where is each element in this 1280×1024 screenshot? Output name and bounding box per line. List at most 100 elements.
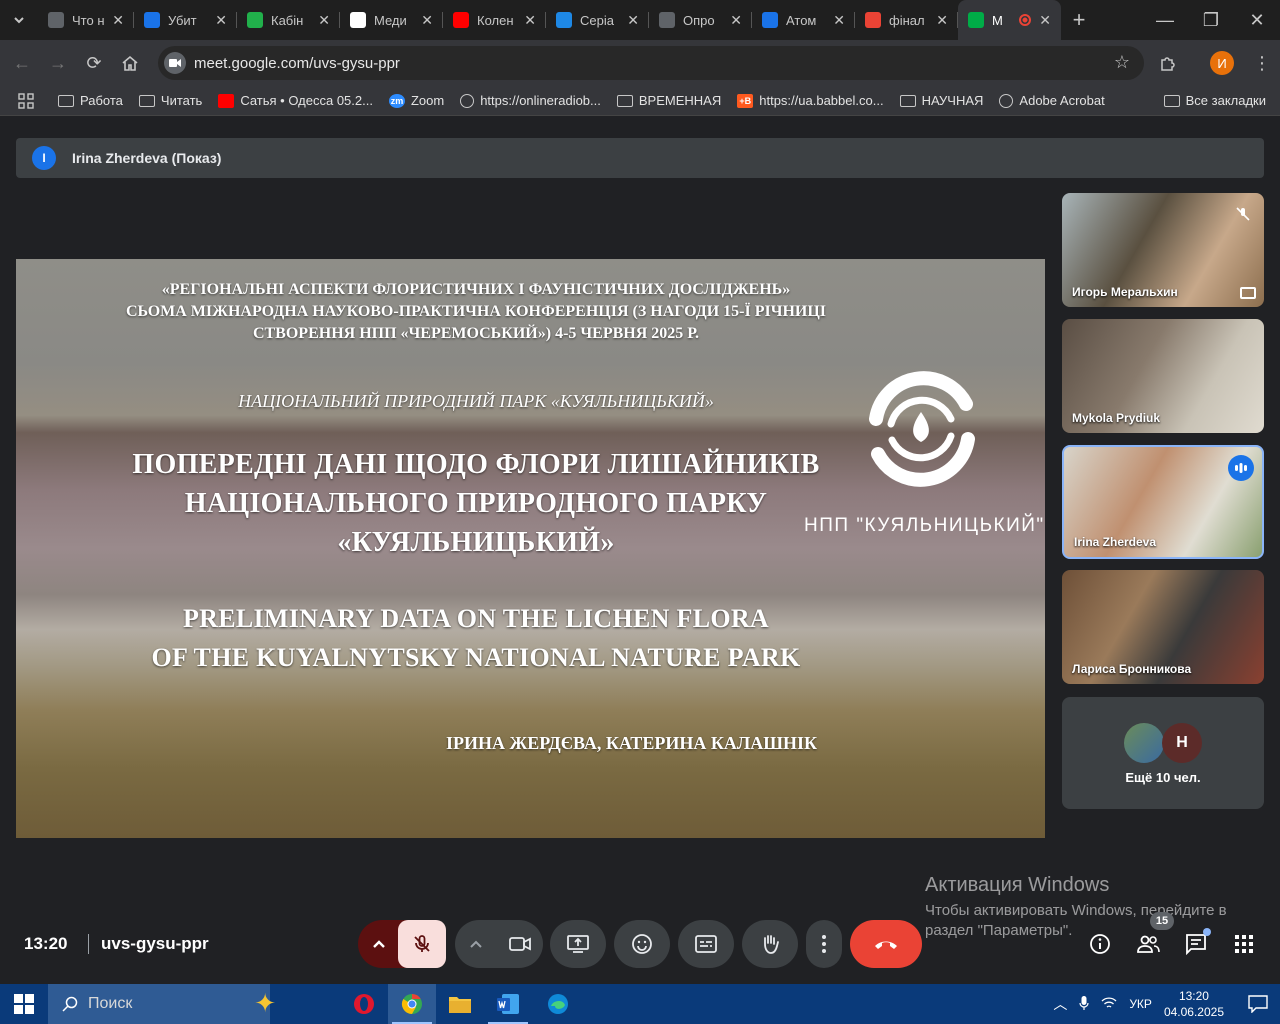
presentation-slide[interactable]: «РЕГІОНАЛЬНІ АСПЕКТИ ФЛОРИСТИЧНИХ І ФАУН…	[16, 259, 1045, 838]
mic-toggle-button[interactable]	[398, 920, 446, 968]
more-participants-label: Ещё 10 чел.	[1125, 770, 1201, 785]
system-tray: ︿ УКР 13:20 04.06.2025	[1053, 984, 1280, 1024]
chevron-up-icon	[470, 940, 482, 948]
bookmark-item[interactable]: НАУЧНАЯ	[899, 93, 983, 108]
mic-off-icon	[1230, 201, 1256, 227]
tab-close-icon[interactable]: ✕	[627, 12, 639, 29]
recording-icon	[1019, 14, 1032, 26]
tab-title: Убит	[168, 12, 197, 28]
browser-tab[interactable]: фінал ✕	[855, 0, 958, 40]
tab-close-icon[interactable]: ✕	[936, 12, 948, 29]
taskbar-chrome[interactable]	[388, 984, 436, 1024]
close-window-button[interactable]: ✕	[1234, 2, 1280, 38]
tab-close-icon[interactable]: ✕	[215, 12, 227, 29]
camera-toggle-button[interactable]	[497, 920, 543, 968]
tab-close-icon[interactable]: ✕	[421, 12, 433, 29]
reload-button[interactable]: ⟳	[76, 45, 112, 81]
browser-tab[interactable]: Колен ✕	[443, 0, 546, 40]
language-indicator[interactable]: УКР	[1129, 997, 1152, 1011]
more-options-button[interactable]	[806, 920, 842, 968]
taskbar-search-box[interactable]: Поиск ✦	[48, 984, 276, 1024]
forward-button[interactable]: →	[40, 45, 76, 81]
new-tab-button[interactable]: +	[1061, 2, 1097, 38]
browser-tab[interactable]: Что н ✕	[38, 0, 134, 40]
bookmark-item[interactable]: Читать	[138, 93, 202, 108]
bookmark-item[interactable]: Работа	[58, 93, 123, 108]
raise-hand-button[interactable]	[742, 920, 798, 968]
participant-tile[interactable]: Игорь Меральхин	[1062, 193, 1264, 307]
browser-tab[interactable]: Меди ✕	[340, 0, 443, 40]
tab-title: М	[992, 12, 1003, 28]
camera-options-button[interactable]	[455, 920, 497, 968]
browser-tab[interactable]: Убит ✕	[134, 0, 237, 40]
taskbar-clock[interactable]: 13:20 04.06.2025	[1164, 988, 1224, 1020]
bookmark-item[interactable]: +B https://ua.babbel.co...	[737, 93, 884, 108]
chat-button[interactable]	[1178, 926, 1214, 962]
notifications-icon[interactable]	[1236, 995, 1280, 1013]
camera-icon	[509, 937, 531, 951]
reactions-button[interactable]	[614, 920, 670, 968]
tab-title: Кабін	[271, 12, 304, 28]
chevron-up-icon[interactable]: ︿	[1053, 994, 1067, 1014]
activities-button[interactable]	[1226, 926, 1262, 962]
browser-tab[interactable]: М ✕	[958, 0, 1061, 40]
browser-menu-button[interactable]: ⋮	[1244, 45, 1280, 81]
tab-close-icon[interactable]: ✕	[112, 12, 124, 29]
taskbar-edge[interactable]	[534, 984, 582, 1024]
participant-name: Irina Zherdeva	[1074, 535, 1157, 549]
tab-close-icon[interactable]: ✕	[833, 12, 845, 29]
tab-close-icon[interactable]: ✕	[1039, 12, 1051, 29]
more-participants-tile[interactable]: Н Ещё 10 чел.	[1062, 697, 1264, 809]
wifi-icon[interactable]	[1101, 996, 1117, 1013]
participant-tile[interactable]: Mykola Prydiuk	[1062, 319, 1264, 433]
end-call-button[interactable]	[850, 920, 922, 968]
pip-icon[interactable]	[1240, 287, 1256, 299]
chrome-icon	[401, 993, 422, 1015]
extensions-button[interactable]	[1150, 45, 1186, 81]
bookmark-star-icon[interactable]: ☆	[1114, 52, 1130, 73]
participant-tile[interactable]: Лариса Бронникова	[1062, 570, 1264, 684]
taskbar-word[interactable]	[484, 984, 532, 1024]
taskbar-explorer[interactable]	[436, 984, 484, 1024]
participant-tile-active[interactable]: Irina Zherdeva	[1062, 445, 1264, 559]
profile-avatar[interactable]: И	[1210, 51, 1234, 75]
home-button[interactable]	[112, 45, 148, 81]
apps-button[interactable]	[18, 92, 34, 109]
bookmark-item[interactable]: zm Zoom	[388, 93, 444, 108]
chevron-up-icon	[373, 940, 385, 948]
tab-title: Опро	[683, 12, 715, 28]
tab-title: Серіа	[580, 12, 614, 28]
address-bar[interactable]: meet.google.com/uvs-gysu-ppr ☆	[158, 46, 1144, 80]
copilot-sparkle-icon[interactable]: ✦	[254, 988, 276, 1019]
bookmark-item[interactable]: https://onlineradiob...	[460, 93, 601, 108]
people-button[interactable]	[1130, 926, 1166, 962]
captions-icon	[695, 935, 717, 953]
bookmark-item[interactable]: ВРЕМЕННАЯ	[616, 93, 721, 108]
captions-button[interactable]	[678, 920, 734, 968]
browser-tab[interactable]: Серіа ✕	[546, 0, 649, 40]
start-button[interactable]	[0, 984, 48, 1024]
maximize-button[interactable]: ❐	[1188, 2, 1234, 38]
mic-options-button[interactable]	[358, 920, 400, 968]
browser-tab[interactable]: Атом ✕	[752, 0, 855, 40]
bookmark-item[interactable]: Сатья • Одесса 05.2...	[218, 93, 373, 108]
browser-tab[interactable]: Опро ✕	[649, 0, 752, 40]
present-screen-button[interactable]	[550, 920, 606, 968]
tab-close-icon[interactable]: ✕	[318, 12, 330, 29]
tab-close-icon[interactable]: ✕	[730, 12, 742, 29]
tab-close-icon[interactable]: ✕	[524, 12, 536, 29]
taskbar-opera[interactable]	[340, 984, 388, 1024]
hand-icon	[764, 935, 779, 954]
minimize-button[interactable]: —	[1142, 2, 1188, 38]
browser-tab[interactable]: Кабін ✕	[237, 0, 340, 40]
bookmark-item[interactable]: Adobe Acrobat	[999, 93, 1105, 108]
microphone-icon[interactable]	[1079, 995, 1089, 1014]
tab-search-button[interactable]	[0, 2, 38, 38]
folder-icon	[616, 94, 633, 108]
all-bookmarks-button[interactable]: Все закладки	[1163, 93, 1266, 108]
babbel-icon: +B	[737, 93, 754, 108]
back-button[interactable]: ←	[4, 45, 40, 81]
folder-icon	[449, 997, 471, 1013]
meet-site-icon[interactable]	[164, 52, 186, 74]
meeting-details-button[interactable]	[1082, 926, 1118, 962]
